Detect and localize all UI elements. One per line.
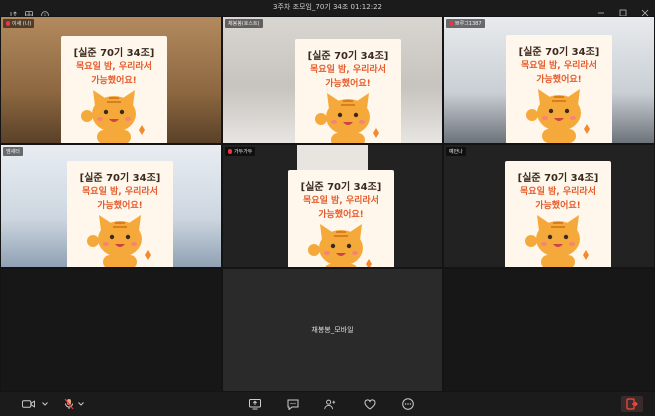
video-tile[interactable]: 이새 (나) [실준 70기 34조] 목요일 밤, 우리라서 가능했어요!: [1, 17, 221, 143]
participant-name-placeholder: 채봉봉_모바일: [311, 326, 354, 334]
sticker-image: [실준 70기 34조] 목요일 밤, 우리라서 가능했어요!: [506, 35, 612, 143]
video-tile[interactable]: 채봉봉_모바일: [223, 269, 442, 391]
sticker-image: [실준 70기 34조] 목요일 밤, 우리라서 가능했어요!: [67, 161, 173, 267]
cat-icon: [525, 215, 589, 267]
sticker-image: [실준 70기 34조] 목요일 밤, 우리라서 가능했어요!: [61, 36, 167, 143]
chat-icon: [287, 399, 298, 410]
video-feed: [297, 145, 368, 171]
video-tile[interactable]: 채봉봉(호스트) [실준 70기 34조] 목요일 밤, 우리라서 가능했어요!: [223, 17, 442, 143]
heart-icon: [364, 398, 375, 410]
maximize-icon[interactable]: [619, 2, 627, 17]
participant-name: 쁘루그1387: [446, 19, 485, 28]
video-tile-empty: [444, 269, 654, 391]
cat-icon: [81, 90, 145, 143]
mic-options[interactable]: [74, 398, 87, 410]
video-tile-empty: [1, 269, 221, 391]
cat-icon: [526, 89, 590, 143]
camera-options[interactable]: [38, 398, 51, 410]
more-icon: [401, 398, 414, 410]
sticker-image: [실준 70기 34조] 목요일 밤, 우리라서 가능했어요!: [505, 161, 611, 267]
camera-button[interactable]: [22, 398, 35, 410]
window-title: 3주차 조모임_70기 34조 01:12:22: [273, 3, 382, 11]
video-tile[interactable]: 엠새터 [실준 70기 34조] 목요일 밤, 우리라서 가능했어요!: [1, 145, 221, 267]
cat-icon: [308, 224, 372, 267]
minimize-icon[interactable]: [597, 2, 605, 14]
more-button[interactable]: [401, 398, 414, 410]
mic-off-icon: [64, 398, 73, 410]
camera-icon: [22, 400, 35, 408]
leave-icon: [626, 398, 638, 410]
chat-button[interactable]: [286, 398, 299, 410]
sticker-image: [실준 70기 34조] 목요일 밤, 우리라서 가능했어요!: [295, 39, 401, 143]
mic-muted-icon: [6, 21, 10, 26]
participants-button[interactable]: [324, 398, 337, 410]
mic-muted-icon: [228, 149, 232, 154]
video-tile[interactable]: 예안나 [실준 70기 34조] 목요일 밤, 우리라서 가능했어요!: [444, 145, 654, 267]
video-grid: 이새 (나) [실준 70기 34조] 목요일 밤, 우리라서 가능했어요! 채…: [0, 16, 655, 392]
video-tile[interactable]: 가두가두 [실준 70기 34조] 목요일 밤, 우리라서 가능했어요!: [223, 145, 442, 267]
share-screen-icon: [248, 398, 261, 409]
participant-name: 예안나: [446, 147, 466, 156]
chevron-down-icon: [41, 402, 48, 406]
close-icon[interactable]: [641, 2, 649, 17]
video-tile[interactable]: 쁘루그1387 [실준 70기 34조] 목요일 밤, 우리라서 가능했어요!: [444, 17, 654, 143]
title-bar: 3주차 조모임_70기 34조 01:12:22: [0, 0, 655, 19]
participant-name: 이새 (나): [3, 19, 35, 28]
cat-icon: [87, 215, 151, 267]
sticker-image: [실준 70기 34조] 목요일 밤, 우리라서 가능했어요!: [288, 170, 394, 267]
participant-name: 가두가두: [225, 147, 256, 156]
leave-meeting-button[interactable]: [621, 396, 643, 412]
chevron-down-icon: [77, 402, 84, 406]
share-screen-button[interactable]: [248, 398, 261, 410]
reactions-button[interactable]: [363, 398, 376, 410]
mic-muted-icon: [449, 21, 453, 26]
meeting-toolbar: [0, 392, 655, 416]
participants-icon: [324, 399, 336, 409]
participant-name: 채봉봉(호스트): [225, 19, 263, 28]
cat-icon: [315, 93, 379, 143]
participant-name: 엠새터: [3, 147, 23, 156]
